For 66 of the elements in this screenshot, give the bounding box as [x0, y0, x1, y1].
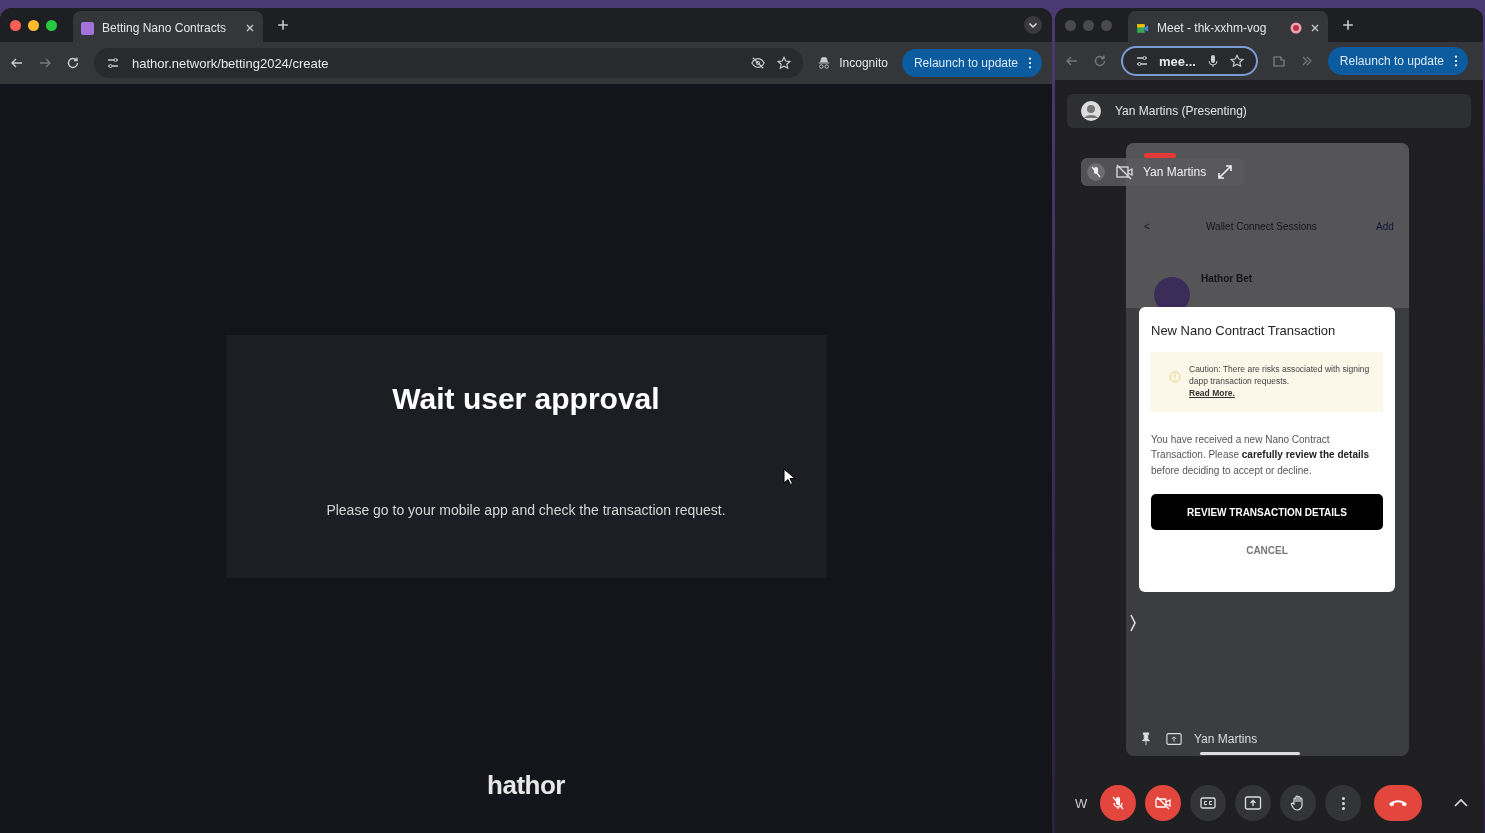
incognito-indicator[interactable]: Incognito [817, 56, 888, 70]
browser-tab[interactable]: Meet - thk-xxhm-vog [1128, 11, 1328, 45]
info-icon [1169, 371, 1181, 383]
review-button[interactable]: REVIEW TRANSACTION DETAILS [1151, 494, 1383, 531]
tile-name: Yan Martins [1194, 732, 1258, 746]
avatar-icon [1081, 101, 1101, 121]
screen-title: Wallet Connect Sessions [1206, 221, 1317, 232]
back-icon[interactable] [10, 56, 24, 70]
meeting-code: W [1075, 795, 1088, 811]
more-icon[interactable] [1028, 57, 1032, 69]
relaunch-button[interactable]: Relaunch to update [901, 49, 1042, 77]
meet-favicon-icon [1136, 21, 1149, 35]
microphone-icon[interactable] [1205, 54, 1220, 68]
close-icon[interactable] [245, 23, 255, 33]
address-bar[interactable]: mee... [1121, 46, 1258, 76]
camera-off-button[interactable] [1145, 785, 1182, 821]
raise-hand-button[interactable] [1280, 785, 1317, 821]
camera-off-icon [1154, 794, 1173, 812]
star-icon[interactable] [1229, 54, 1244, 68]
tab-search-icon[interactable] [1024, 16, 1042, 34]
card-message: Please go to your mobile app and check the transaction request. [326, 502, 726, 518]
new-tab-icon[interactable] [1342, 19, 1354, 31]
site-favicon-icon [81, 21, 94, 35]
chevron-right-icon[interactable] [1129, 613, 1137, 633]
star-icon[interactable] [777, 56, 792, 70]
present-icon [1244, 794, 1263, 812]
close-icon[interactable] [1310, 23, 1320, 33]
hathor-logo: hathor [487, 770, 565, 801]
caution-text: Caution: There are risks associated with signing dapp transaction requests. [1189, 364, 1371, 388]
camera-off-icon [1115, 163, 1133, 181]
incognito-icon [817, 56, 832, 70]
more-options-button[interactable] [1325, 785, 1362, 821]
phone-icon [1387, 797, 1410, 809]
status-indicator-icon [1144, 153, 1176, 158]
more-icon [1341, 796, 1345, 810]
address-bar[interactable]: hathor.network/betting2024/create [94, 48, 804, 78]
dapp-name: Hathor Bet [1201, 273, 1253, 284]
more-icon[interactable] [1453, 55, 1458, 67]
presenter-name: Yan Martins (Presenting) [1115, 104, 1247, 118]
present-icon [1166, 732, 1182, 746]
chevron-up-icon[interactable] [1453, 798, 1470, 808]
mouse-cursor-icon [783, 468, 795, 486]
expand-icon[interactable] [1216, 163, 1235, 181]
microphone-off-button[interactable] [1100, 785, 1137, 821]
read-more-link[interactable]: Read More. [1189, 387, 1235, 398]
incognito-label: Incognito [839, 56, 888, 70]
captions-button[interactable] [1190, 785, 1227, 821]
recording-icon [1290, 22, 1302, 34]
mic-off-icon [1087, 163, 1105, 181]
hang-up-button[interactable] [1374, 785, 1423, 821]
participant-name: Yan Martins [1143, 165, 1207, 179]
cancel-button[interactable]: CANCEL [1240, 544, 1294, 558]
forward-icon[interactable] [38, 56, 52, 70]
captions-icon [1199, 794, 1218, 812]
site-settings-icon[interactable] [1135, 54, 1149, 68]
site-settings-icon[interactable] [106, 56, 120, 70]
extensions-icon[interactable] [1271, 54, 1286, 68]
present-button[interactable] [1235, 785, 1272, 821]
relaunch-button[interactable]: Relaunch to update [1327, 47, 1468, 75]
new-tab-icon[interactable] [277, 19, 289, 31]
reload-icon[interactable] [66, 56, 80, 70]
dialog-title: New Nano Contract Transaction [1151, 323, 1337, 338]
eye-slash-icon[interactable] [751, 56, 766, 70]
browser-tab[interactable]: Betting Nano Contracts [73, 11, 263, 45]
dialog-message: You have received a new Nano Contract Transaction. Please carefully review the details before deciding to accept or decline. [1151, 432, 1371, 478]
card-title: Wait user approval [392, 382, 660, 416]
